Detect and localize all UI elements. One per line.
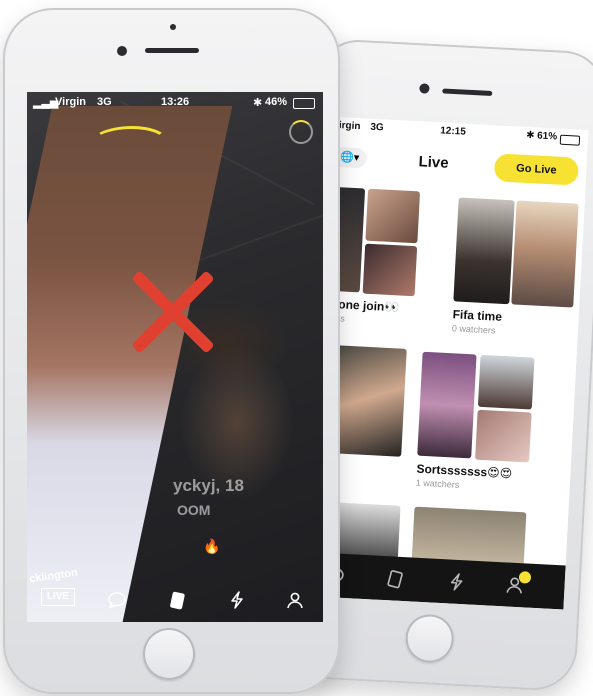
tab-bar: LIVE <box>27 578 323 622</box>
stream-card[interactable]: Sortsssssss😍😍 1 watchers <box>415 351 572 500</box>
reject-x-icon <box>127 267 217 357</box>
battery-label: 61% <box>536 130 558 143</box>
stream-watchers: 0 watchers <box>451 323 496 336</box>
clock-label: 12:15 <box>439 125 467 138</box>
camera-screen: ▂▃▅ Virgin 3G 13:26 ✱ 46% yckyj, 18 OOM … <box>27 92 323 622</box>
home-button[interactable] <box>404 613 455 664</box>
battery-icon <box>559 134 581 146</box>
stream-title: Fifa time <box>452 307 503 324</box>
stream-thumbnail <box>417 351 477 459</box>
chat-icon[interactable] <box>107 590 127 610</box>
front-camera <box>419 83 430 94</box>
stream-thumbnail <box>475 409 532 463</box>
live-list-screen: Virgin 3G 12:15 ✱ 61% 🌐▾ Live Go Live me… <box>305 116 589 610</box>
profile-subtitle: OOM <box>177 502 211 518</box>
timer-ring-icon <box>87 126 171 158</box>
earpiece-speaker <box>145 48 199 53</box>
flash-icon[interactable] <box>227 590 247 610</box>
bluetooth-icon: ✱ <box>525 129 535 142</box>
go-live-button[interactable]: Go Live <box>493 153 580 186</box>
network-label: 3G <box>370 121 384 134</box>
earpiece-speaker <box>442 88 493 97</box>
live-tab[interactable]: LIVE <box>41 588 75 606</box>
home-button[interactable] <box>143 628 195 680</box>
flash-icon[interactable] <box>446 571 467 592</box>
bluetooth-icon: ✱ <box>253 97 263 109</box>
profile-name: yckyj, 18 <box>173 476 244 495</box>
stream-card[interactable]: Fifa time 0 watchers <box>451 197 580 343</box>
stream-thumbnail <box>477 354 535 410</box>
cards-icon[interactable] <box>167 590 187 610</box>
battery-label: 46% <box>265 96 288 108</box>
front-phone: ▂▃▅ Virgin 3G 13:26 ✱ 46% yckyj, 18 OOM … <box>3 8 340 694</box>
network-label: 3G <box>97 96 112 108</box>
profile-icon[interactable] <box>285 590 305 610</box>
chevron-down-icon: ▾ <box>353 151 360 165</box>
stream-thumbnail <box>365 188 421 244</box>
notification-badge <box>518 571 532 584</box>
stream-thumbnail <box>453 197 515 305</box>
stream-thumbnail <box>362 243 418 297</box>
clock-label: 13:26 <box>161 96 190 108</box>
battery-icon <box>293 98 315 109</box>
tab-bar <box>305 552 566 610</box>
front-camera <box>117 46 127 56</box>
status-bar: ▂▃▅ Virgin 3G 13:26 ✱ 46% <box>27 92 323 112</box>
fire-emoji-icon: 🔥 <box>203 538 221 554</box>
timer-ring-icon <box>289 120 313 144</box>
cards-icon[interactable] <box>384 568 405 589</box>
carrier-label: Virgin <box>55 96 86 108</box>
stream-watchers: 1 watchers <box>415 477 460 490</box>
stream-thumbnail <box>511 200 579 308</box>
page-title: Live <box>418 153 450 172</box>
globe-icon: 🌐 <box>339 151 355 164</box>
proximity-sensor <box>170 24 176 30</box>
